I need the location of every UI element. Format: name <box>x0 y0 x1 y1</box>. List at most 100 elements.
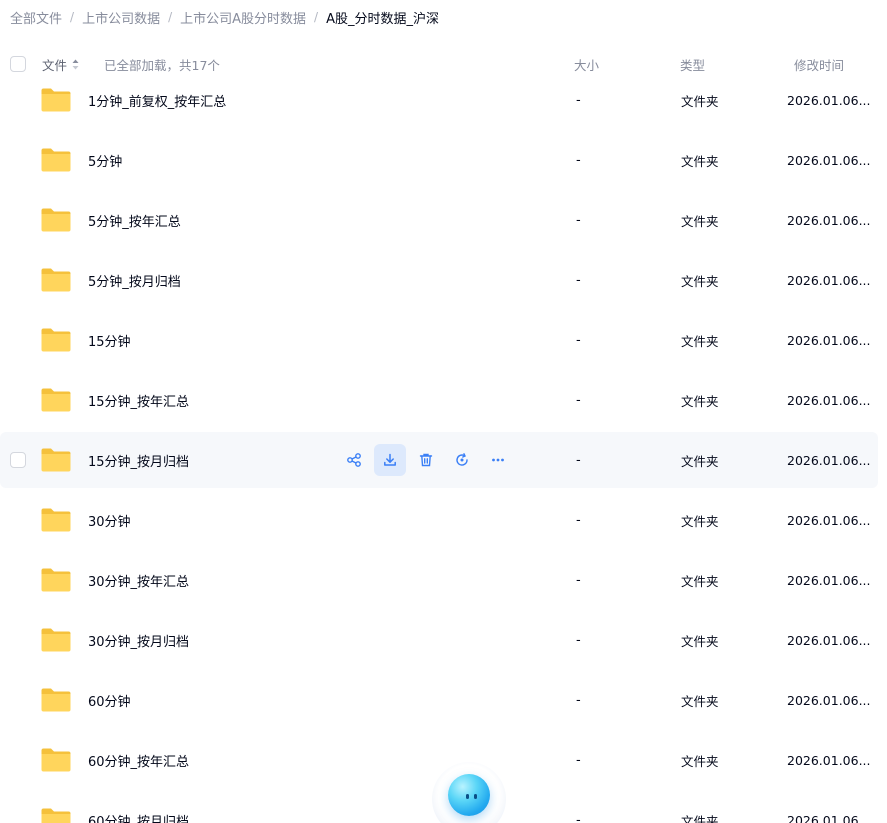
folder-icon <box>40 192 72 248</box>
breadcrumb-item[interactable]: 全部文件 <box>10 8 62 27</box>
folder-size: - <box>576 692 581 708</box>
folder-mtime: 2026.01.06... <box>787 392 871 408</box>
row-checkbox[interactable] <box>10 672 26 728</box>
breadcrumb-separator: / <box>70 10 75 24</box>
breadcrumb-current: A股_分时数据_沪深 <box>326 11 439 27</box>
download-button[interactable] <box>374 444 406 476</box>
folder-type: 文件夹 <box>681 573 719 589</box>
folder-name[interactable]: 15分钟_按月归档 <box>88 432 189 488</box>
share-button[interactable] <box>338 444 370 476</box>
folder-row[interactable]: 15分钟_按年汇总 - 文件夹 2026.01.06... <box>0 372 878 428</box>
folder-size: - <box>576 812 581 823</box>
folder-name[interactable]: 30分钟_按年汇总 <box>88 552 189 608</box>
row-checkbox[interactable] <box>10 312 26 368</box>
folder-mtime: 2026.01.06... <box>787 752 871 768</box>
refresh-icon <box>454 452 470 468</box>
folder-row[interactable]: 15分钟_按月归档 - 文件夹 2026.01.06... <box>0 432 878 488</box>
folder-row[interactable]: 15分钟 - 文件夹 2026.01.06... <box>0 312 878 368</box>
folder-icon <box>40 432 72 488</box>
folder-row[interactable]: 30分钟_按月归档 - 文件夹 2026.01.06... <box>0 612 878 668</box>
breadcrumb-separator: / <box>168 10 173 24</box>
folder-name[interactable]: 60分钟_按年汇总 <box>88 732 189 788</box>
folder-mtime: 2026.01.06... <box>787 812 871 823</box>
folder-type: 文件夹 <box>681 693 719 709</box>
folder-type: 文件夹 <box>681 633 719 649</box>
folder-size: - <box>576 632 581 648</box>
row-checkbox[interactable] <box>10 612 26 668</box>
delete-icon <box>418 452 434 468</box>
file-browser: 全部文件 / 上市公司数据 / 上市公司A股分时数据 / A股_分时数据_沪深 文件 已全部… <box>0 0 887 823</box>
folder-icon <box>40 672 72 728</box>
row-checkbox[interactable] <box>10 72 26 128</box>
breadcrumb: 全部文件 / 上市公司数据 / 上市公司A股分时数据 / A股_分时数据_沪深 <box>10 6 439 28</box>
folder-size: - <box>576 752 581 768</box>
row-checkbox[interactable] <box>10 372 26 428</box>
folder-type: 文件夹 <box>681 333 719 349</box>
delete-button[interactable] <box>410 444 442 476</box>
more-button[interactable] <box>482 444 514 476</box>
folder-mtime: 2026.01.06... <box>787 92 871 108</box>
breadcrumb-item[interactable]: 上市公司A股分时数据 <box>180 8 306 27</box>
row-checkbox[interactable] <box>10 192 26 248</box>
folder-row[interactable]: 5分钟_按月归档 - 文件夹 2026.01.06... <box>0 252 878 308</box>
folder-name[interactable]: 60分钟 <box>88 672 131 728</box>
folder-row[interactable]: 30分钟 - 文件夹 2026.01.06... <box>0 492 878 548</box>
folder-name[interactable]: 60分钟_按月归档 <box>88 792 189 823</box>
folder-mtime: 2026.01.06... <box>787 512 871 528</box>
folder-mtime: 2026.01.06... <box>787 332 871 348</box>
folder-type: 文件夹 <box>681 153 719 169</box>
file-list: 1分钟_前复权_按年汇总 - 文件夹 2026.01.06... 5分钟 - 文件夹 2026… <box>0 70 887 823</box>
sort-icon <box>72 59 79 70</box>
row-checkbox[interactable] <box>10 132 26 188</box>
folder-mtime: 2026.01.06... <box>787 452 871 468</box>
folder-icon <box>40 732 72 788</box>
folder-name[interactable]: 30分钟 <box>88 492 131 548</box>
folder-row[interactable]: 5分钟 - 文件夹 2026.01.06... <box>0 132 878 188</box>
assistant-avatar-icon <box>448 774 490 816</box>
folder-mtime: 2026.01.06... <box>787 152 871 168</box>
folder-mtime: 2026.01.06... <box>787 272 871 288</box>
row-actions <box>338 432 518 488</box>
folder-row[interactable]: 1分钟_前复权_按年汇总 - 文件夹 2026.01.06... <box>0 72 878 128</box>
row-checkbox[interactable] <box>10 792 26 823</box>
folder-size: - <box>576 152 581 168</box>
folder-type: 文件夹 <box>681 393 719 409</box>
folder-name[interactable]: 5分钟_按月归档 <box>88 252 181 308</box>
folder-icon <box>40 552 72 608</box>
folder-mtime: 2026.01.06... <box>787 632 871 648</box>
folder-name[interactable]: 15分钟 <box>88 312 131 368</box>
folder-size: - <box>576 452 581 468</box>
row-checkbox[interactable] <box>10 492 26 548</box>
folder-size: - <box>576 272 581 288</box>
folder-icon <box>40 72 72 128</box>
folder-icon <box>40 492 72 548</box>
row-checkbox[interactable] <box>10 732 26 788</box>
folder-name[interactable]: 1分钟_前复权_按年汇总 <box>88 72 226 128</box>
breadcrumb-item[interactable]: 上市公司数据 <box>82 8 160 27</box>
folder-size: - <box>576 212 581 228</box>
folder-type: 文件夹 <box>681 273 719 289</box>
folder-name[interactable]: 15分钟_按年汇总 <box>88 372 189 428</box>
folder-row[interactable]: 5分钟_按年汇总 - 文件夹 2026.01.06... <box>0 192 878 248</box>
folder-icon <box>40 612 72 668</box>
folder-name[interactable]: 5分钟_按年汇总 <box>88 192 181 248</box>
share-icon <box>346 452 362 468</box>
folder-size: - <box>576 512 581 528</box>
row-checkbox[interactable] <box>10 252 26 308</box>
folder-icon <box>40 792 72 823</box>
folder-row[interactable]: 60分钟 - 文件夹 2026.01.06... <box>0 672 878 728</box>
folder-size: - <box>576 92 581 108</box>
folder-type: 文件夹 <box>681 453 719 469</box>
row-checkbox[interactable] <box>10 552 26 608</box>
folder-type: 文件夹 <box>681 753 719 769</box>
folder-type: 文件夹 <box>681 513 719 529</box>
folder-icon <box>40 312 72 368</box>
folder-row[interactable]: 30分钟_按年汇总 - 文件夹 2026.01.06... <box>0 552 878 608</box>
refresh-button[interactable] <box>446 444 478 476</box>
download-icon <box>382 452 398 468</box>
breadcrumb-separator: / <box>314 10 319 24</box>
folder-name[interactable]: 5分钟 <box>88 132 122 188</box>
folder-size: - <box>576 392 581 408</box>
folder-name[interactable]: 30分钟_按月归档 <box>88 612 189 668</box>
row-checkbox[interactable] <box>10 432 26 488</box>
